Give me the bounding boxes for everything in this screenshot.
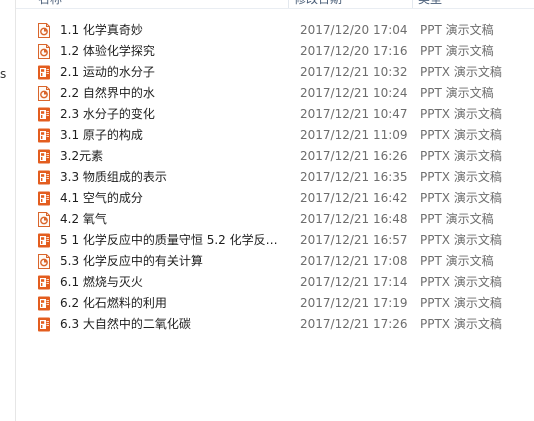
file-modified-date: 2017/12/21 17:14 bbox=[300, 275, 408, 289]
file-modified-date: 2017/12/21 17:26 bbox=[300, 317, 408, 331]
file-row[interactable]: 6.3 大自然中的二氧化碳 2017/12/21 17:26 PPTX 演示文稿 bbox=[16, 314, 534, 335]
column-header-type[interactable]: 类型 bbox=[418, 0, 442, 8]
pptx-file-icon bbox=[37, 128, 51, 143]
file-modified-date: 2017/12/21 16:57 bbox=[300, 233, 408, 247]
file-type: PPT 演示文稿 bbox=[420, 212, 494, 226]
file-type: PPT 演示文稿 bbox=[420, 86, 494, 100]
file-type: PPTX 演示文稿 bbox=[420, 317, 502, 331]
file-row[interactable]: 1.2 体验化学探究 2017/12/20 17:16 PPT 演示文稿 bbox=[16, 41, 534, 62]
file-modified-date: 2017/12/21 16:48 bbox=[300, 212, 408, 226]
file-row[interactable]: 3.2元素 2017/12/21 16:26 PPTX 演示文稿 bbox=[16, 146, 534, 167]
file-modified-date: 2017/12/21 16:26 bbox=[300, 149, 408, 163]
file-modified-date: 2017/12/21 10:24 bbox=[300, 86, 408, 100]
file-row[interactable]: 4.1 空气的成分 2017/12/21 16:42 PPTX 演示文稿 bbox=[16, 188, 534, 209]
file-type: PPTX 演示文稿 bbox=[420, 170, 502, 184]
file-modified-date: 2017/12/21 16:42 bbox=[300, 191, 408, 205]
file-row[interactable]: 5 1 化学反应中的质量守恒 5.2 化学反… 2017/12/21 16:57 P… bbox=[16, 230, 534, 251]
file-type: PPTX 演示文稿 bbox=[420, 65, 502, 79]
ppt-file-icon bbox=[37, 212, 51, 227]
pptx-file-icon bbox=[37, 149, 51, 164]
file-name[interactable]: 2.2 自然界中的水 bbox=[60, 83, 155, 104]
file-row[interactable]: 2.2 自然界中的水 2017/12/21 10:24 PPT 演示文稿 bbox=[16, 83, 534, 104]
file-type: PPTX 演示文稿 bbox=[420, 233, 502, 247]
file-name[interactable]: 6.3 大自然中的二氧化碳 bbox=[60, 314, 191, 335]
file-modified-date: 2017/12/21 10:47 bbox=[300, 107, 408, 121]
column-header-bar: 名称 修改日期 类型 bbox=[16, 0, 534, 9]
navigation-pane: s bbox=[0, 0, 16, 421]
file-row[interactable]: 5.3 化学反应中的有关计算 2017/12/21 17:08 PPT 演示文稿 bbox=[16, 251, 534, 272]
file-name[interactable]: 3.3 物质组成的表示 bbox=[60, 167, 167, 188]
file-type: PPTX 演示文稿 bbox=[420, 275, 502, 289]
pptx-file-icon bbox=[37, 296, 51, 311]
ppt-file-icon bbox=[37, 86, 51, 101]
pptx-file-icon bbox=[37, 107, 51, 122]
pptx-file-icon bbox=[37, 191, 51, 206]
file-modified-date: 2017/12/21 17:19 bbox=[300, 296, 408, 310]
file-modified-date: 2017/12/21 11:09 bbox=[300, 128, 408, 142]
file-type: PPTX 演示文稿 bbox=[420, 296, 502, 310]
pptx-file-icon bbox=[37, 233, 51, 248]
file-name[interactable]: 4.1 空气的成分 bbox=[60, 188, 143, 209]
file-name[interactable]: 3.2元素 bbox=[60, 146, 103, 167]
file-type: PPT 演示文稿 bbox=[420, 254, 494, 268]
file-row[interactable]: 3.3 物质组成的表示 2017/12/21 16:35 PPTX 演示文稿 bbox=[16, 167, 534, 188]
file-list: 1.1 化学真奇妙 2017/12/20 17:04 PPT 演示文稿 1.2 体验化… bbox=[16, 20, 534, 335]
file-row[interactable]: 1.1 化学真奇妙 2017/12/20 17:04 PPT 演示文稿 bbox=[16, 20, 534, 41]
file-name[interactable]: 2.1 运动的水分子 bbox=[60, 62, 155, 83]
ppt-file-icon bbox=[37, 23, 51, 38]
file-modified-date: 2017/12/20 17:16 bbox=[300, 44, 408, 58]
file-row[interactable]: 6.2 化石燃料的利用 2017/12/21 17:19 PPTX 演示文稿 bbox=[16, 293, 534, 314]
file-name[interactable]: 6.2 化石燃料的利用 bbox=[60, 293, 167, 314]
file-type: PPTX 演示文稿 bbox=[420, 107, 502, 121]
file-row[interactable]: 2.3 水分子的变化 2017/12/21 10:47 PPTX 演示文稿 bbox=[16, 104, 534, 125]
ppt-file-icon bbox=[37, 44, 51, 59]
pptx-file-icon bbox=[37, 275, 51, 290]
file-type: PPTX 演示文稿 bbox=[420, 149, 502, 163]
file-modified-date: 2017/12/21 16:35 bbox=[300, 170, 408, 184]
file-name[interactable]: 2.3 水分子的变化 bbox=[60, 104, 155, 125]
pptx-file-icon bbox=[37, 317, 51, 332]
column-divider[interactable] bbox=[412, 0, 413, 8]
file-name[interactable]: 5.3 化学反应中的有关计算 bbox=[60, 251, 203, 272]
navigation-pane-text[interactable]: s bbox=[0, 67, 6, 81]
file-type: PPT 演示文稿 bbox=[420, 23, 494, 37]
column-header-name[interactable]: 名称 bbox=[38, 0, 62, 8]
file-type: PPT 演示文稿 bbox=[420, 44, 494, 58]
pptx-file-icon bbox=[37, 170, 51, 185]
ppt-file-icon bbox=[37, 254, 51, 269]
file-name[interactable]: 6.1 燃烧与灭火 bbox=[60, 272, 143, 293]
file-type: PPTX 演示文稿 bbox=[420, 128, 502, 142]
file-modified-date: 2017/12/21 10:32 bbox=[300, 65, 408, 79]
file-row[interactable]: 3.1 原子的构成 2017/12/21 11:09 PPTX 演示文稿 bbox=[16, 125, 534, 146]
file-name[interactable]: 1.1 化学真奇妙 bbox=[60, 20, 143, 41]
file-name[interactable]: 1.2 体验化学探究 bbox=[60, 41, 155, 62]
pptx-file-icon bbox=[37, 65, 51, 80]
column-divider[interactable] bbox=[288, 0, 289, 8]
file-row[interactable]: 6.1 燃烧与灭火 2017/12/21 17:14 PPTX 演示文稿 bbox=[16, 272, 534, 293]
file-type: PPTX 演示文稿 bbox=[420, 191, 502, 205]
column-header-date[interactable]: 修改日期 bbox=[294, 0, 342, 8]
file-name[interactable]: 4.2 氧气 bbox=[60, 209, 107, 230]
file-modified-date: 2017/12/21 17:08 bbox=[300, 254, 408, 268]
file-name[interactable]: 5 1 化学反应中的质量守恒 5.2 化学反… bbox=[60, 230, 278, 251]
file-modified-date: 2017/12/20 17:04 bbox=[300, 23, 408, 37]
file-name[interactable]: 3.1 原子的构成 bbox=[60, 125, 143, 146]
file-row[interactable]: 2.1 运动的水分子 2017/12/21 10:32 PPTX 演示文稿 bbox=[16, 62, 534, 83]
file-row[interactable]: 4.2 氧气 2017/12/21 16:48 PPT 演示文稿 bbox=[16, 209, 534, 230]
